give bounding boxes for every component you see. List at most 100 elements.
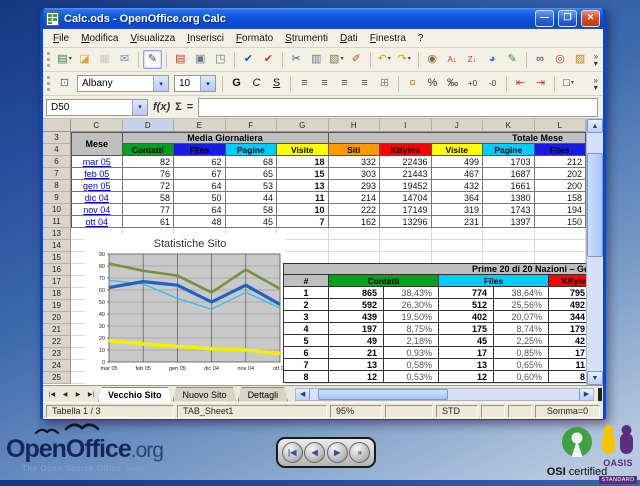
next-sheet-button[interactable]: ▶ — [72, 388, 84, 400]
grid-cell[interactable]: 231 — [432, 216, 484, 228]
rank-cell[interactable]: 20,07% — [494, 311, 549, 323]
sheet-tab-nuovo-sito[interactable]: Nuovo Sito — [173, 387, 237, 402]
menu-item-finestra[interactable]: Finestra — [364, 32, 412, 45]
grid-cell[interactable]: 67 — [174, 168, 226, 180]
row-header-16[interactable]: 16 — [43, 264, 71, 276]
formula-input[interactable] — [198, 98, 598, 117]
grid-cell[interactable]: 7 — [277, 216, 329, 228]
prev-sheet-button[interactable]: ◀ — [59, 388, 71, 400]
vertical-scroll-thumb[interactable] — [587, 153, 603, 257]
grid-cell[interactable]: 13296 — [380, 216, 432, 228]
grid-cell[interactable]: 65 — [226, 168, 278, 180]
horizontal-scrollbar[interactable]: ◀▶ — [295, 388, 594, 401]
name-box[interactable]: D50 ▾ — [46, 99, 148, 116]
grid-cell[interactable]: 1380 — [483, 192, 535, 204]
grid-cell[interactable]: 64 — [174, 180, 226, 192]
grid-cell[interactable]: 467 — [432, 168, 484, 180]
row-header-7[interactable]: 7 — [43, 168, 71, 180]
open-icon[interactable]: ◪ — [75, 50, 94, 69]
rank-cell[interactable]: 21 — [329, 347, 384, 359]
sheet-tab-vecchio-sito[interactable]: Vecchio Sito — [98, 387, 172, 402]
header-cell-pagine-2[interactable]: Pagine — [226, 144, 278, 156]
row-header-25[interactable]: 25 — [43, 372, 71, 384]
rank-cell[interactable]: 592 — [329, 299, 384, 311]
rank-header-files[interactable]: Files — [439, 275, 549, 287]
equals-icon[interactable]: = — [187, 101, 193, 113]
row-header-24[interactable]: 24 — [43, 360, 71, 372]
nav-next-button[interactable]: ▶ — [327, 442, 348, 463]
maximize-button[interactable]: ❐ — [558, 10, 577, 27]
grid-cell[interactable]: 14704 — [380, 192, 432, 204]
grid-cell[interactable]: 17149 — [380, 204, 432, 216]
rank-cell[interactable]: 0,53% — [384, 371, 439, 383]
row-header-13[interactable]: 13 — [43, 228, 71, 240]
row-header-3[interactable]: 3 — [43, 132, 71, 144]
row-header-17[interactable]: 17 — [43, 276, 71, 288]
row-header-11[interactable]: 11 — [43, 216, 71, 228]
menu-item-dati[interactable]: Dati — [334, 32, 364, 45]
rank-cell[interactable]: 8 — [549, 371, 586, 383]
grid-cell[interactable]: 499 — [432, 156, 484, 168]
row-header-15[interactable]: 15 — [43, 252, 71, 264]
rank-cell[interactable]: 25,56% — [494, 299, 549, 311]
cut-icon[interactable]: ✂ — [287, 50, 306, 69]
header-cell-visite-6[interactable]: Visite — [432, 144, 484, 156]
toolbar-overflow-button[interactable]: »▾ — [591, 77, 601, 91]
row-header-8[interactable]: 8 — [43, 180, 71, 192]
nav-prev-button[interactable]: ◀ — [304, 442, 325, 463]
grid-cell[interactable]: 15 — [277, 168, 329, 180]
row-header-6[interactable]: 6 — [43, 156, 71, 168]
toolbar-handle[interactable] — [47, 76, 50, 91]
grid-cell[interactable]: 77 — [123, 204, 175, 216]
grid-cell[interactable]: 158 — [535, 192, 587, 204]
scroll-down-icon[interactable]: ▼ — [587, 371, 603, 385]
increase-indent-icon[interactable]: ⇥ — [531, 74, 550, 93]
toolbar-handle[interactable] — [47, 52, 50, 67]
grid-cell[interactable]: 332 — [329, 156, 381, 168]
align-right-icon[interactable]: ≡ — [335, 74, 354, 93]
rank-header-kbytes[interactable]: KBytes — [549, 275, 586, 287]
rank-cell[interactable]: 42 — [549, 335, 586, 347]
grid-cell[interactable]: 58 — [226, 204, 278, 216]
rank-cell[interactable]: 19,50% — [384, 311, 439, 323]
grid-cell[interactable]: 1661 — [483, 180, 535, 192]
column-header-k[interactable]: K — [483, 119, 535, 132]
page-preview-icon[interactable]: ◳ — [211, 50, 230, 69]
select-all-corner[interactable] — [43, 119, 71, 132]
font-size-combo[interactable]: 10▾ — [174, 75, 216, 92]
row-header-20[interactable]: 20 — [43, 312, 71, 324]
rank-cell[interactable]: 7 — [284, 359, 329, 371]
print-icon[interactable]: ▣ — [191, 50, 210, 69]
rank-cell[interactable]: 865 — [329, 287, 384, 299]
rank-cell[interactable]: 11 — [549, 359, 586, 371]
grid-cell[interactable] — [380, 240, 432, 252]
grid-cell[interactable]: 11 — [277, 192, 329, 204]
column-header-c[interactable]: C — [71, 119, 123, 132]
month-link[interactable]: ott 04 — [85, 217, 108, 227]
header-cell-visite-3[interactable]: Visite — [277, 144, 329, 156]
decrease-indent-icon[interactable]: ⇤ — [511, 74, 530, 93]
draw-functions-icon[interactable]: ✎ — [503, 50, 522, 69]
copy-icon[interactable]: ▥ — [307, 50, 326, 69]
grid-cell[interactable]: 10 — [277, 204, 329, 216]
dropdown-arrow-icon[interactable]: ▾ — [408, 51, 411, 68]
header-cell-files-1[interactable]: Files — [174, 144, 226, 156]
rank-cell[interactable]: 402 — [439, 311, 494, 323]
rank-cell[interactable]: 175 — [439, 323, 494, 335]
month-link[interactable]: nov 04 — [83, 205, 110, 215]
month-cell[interactable]: nov 04 — [71, 204, 123, 216]
navigator-icon[interactable]: ◎ — [551, 50, 570, 69]
grid-cell[interactable]: 21443 — [380, 168, 432, 180]
horizontal-scroll-thumb[interactable] — [318, 389, 448, 400]
rank-cell[interactable]: 8,75% — [384, 323, 439, 335]
menu-item-inserisci[interactable]: Inserisci — [181, 32, 230, 45]
column-header-l[interactable]: L — [535, 119, 587, 132]
grid-cell[interactable]: 13 — [277, 180, 329, 192]
column-header-j[interactable]: J — [432, 119, 484, 132]
redo-icon[interactable]: ↷▾ — [395, 50, 414, 69]
grid-cell[interactable]: 202 — [535, 168, 587, 180]
grid-cell[interactable]: 58 — [123, 192, 175, 204]
dropdown-arrow-icon[interactable]: ▾ — [571, 75, 574, 92]
month-link[interactable]: gen 05 — [83, 181, 111, 191]
spellcheck-icon[interactable]: ✔ — [239, 50, 258, 69]
